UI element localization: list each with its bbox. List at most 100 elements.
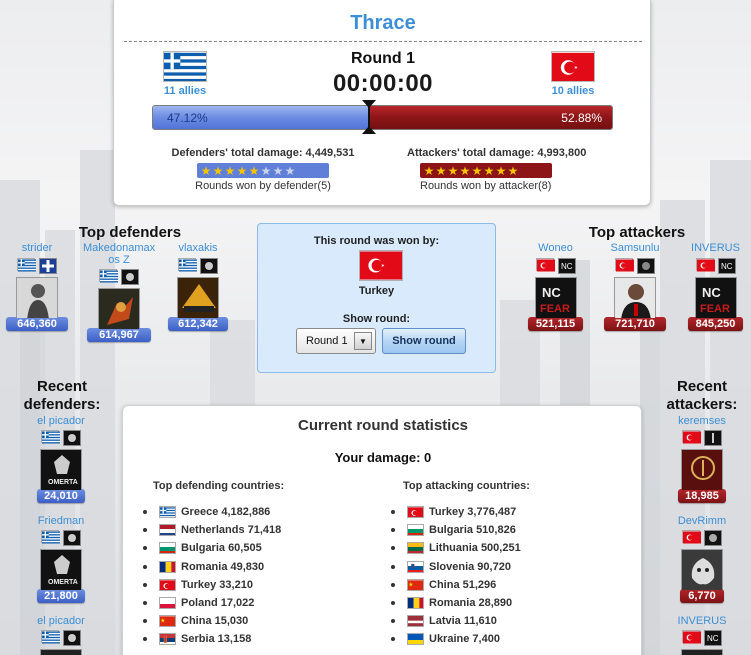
defending-country-label: China 15,030 [181,615,249,628]
attacking-country-3[interactable]: Lithuania 500,251 [391,539,521,557]
top-defender-1[interactable]: strider 646,360 [6,242,68,331]
attacking-country-2[interactable]: Bulgaria 510,826 [391,521,521,539]
recent-attacker-1-name[interactable]: keremses [673,415,731,427]
military-unit-icon[interactable] [121,269,139,285]
top-defender-3-avatar[interactable] [177,277,219,319]
recent-attacker-3-name[interactable]: INVERUS [673,615,731,627]
defending-country-5[interactable]: Turkey 33,210 [143,576,281,594]
top-defender-2-name[interactable]: Makedonamax os Z [83,242,155,266]
recent-defender-3-avatar[interactable] [40,649,82,655]
attacking-country-7[interactable]: Latvia 11,610 [391,612,521,630]
top-defender-2[interactable]: Makedonamax os Z 614,967 [83,242,155,342]
top-attackers-title: Top attackers [588,224,686,241]
attacker-rounds-won: Rounds won by attacker(8) [420,180,552,192]
defender-percent: 47.12% [167,111,208,125]
military-unit-icon[interactable] [63,530,81,546]
defending-country-1[interactable]: Greece 4,182,886 [143,503,281,521]
star-filled-icon: ★ [471,163,483,178]
turkey-flag-icon [535,258,555,272]
attacking-country-1[interactable]: Turkey 3,776,487 [391,503,521,521]
recent-defender-3-name[interactable]: el picador [32,615,90,627]
military-unit-icon[interactable]: NC [704,630,722,646]
top-defender-2-avatar[interactable] [98,288,140,330]
defender-total-damage: Defenders' total damage: 4,449,531 [171,147,355,159]
recent-defender-1-avatar[interactable]: OMERTA [40,449,82,491]
top-attacker-2[interactable]: Samsunlu 721,710 [604,242,666,331]
attacking-country-label: Latvia 11,610 [429,615,497,628]
slovenia-flag-icon [407,560,424,573]
top-defender-3[interactable]: vlaxakis 612,342 [168,242,228,331]
recent-attacker-2-name[interactable]: DevRimm [673,515,731,527]
recent-defender-1-name[interactable]: el picador [32,415,90,427]
top-defender-1-avatar[interactable] [16,277,58,319]
turkey-flag-icon [551,51,595,82]
romania-flag-icon [159,560,176,573]
star-empty-icon: ★ [272,163,284,178]
svg-text:NC: NC [721,262,733,271]
military-unit-icon[interactable] [63,630,81,646]
top-attacker-3-name[interactable]: INVERUS [688,242,743,254]
svg-text:FEAR: FEAR [700,303,730,315]
attacking-country-label: Turkey 3,776,487 [429,506,517,519]
military-unit-cross-icon[interactable] [39,258,57,274]
attacking-country-4[interactable]: Slovenia 90,720 [391,558,521,576]
recent-attacker-3[interactable]: INVERUS NC [673,615,731,655]
top-attacker-2-name[interactable]: Samsunlu [604,242,666,254]
recent-defender-3[interactable]: el picador [32,615,90,655]
show-round-button[interactable]: Show round [382,328,466,354]
lithuania-flag-icon [407,542,424,555]
top-attacker-1[interactable]: Woneo NC NC FEAR 521,115 [528,242,583,331]
top-attacker-1-avatar[interactable]: NC FEAR [534,277,577,319]
defending-country-3[interactable]: Bulgaria 60,505 [143,539,281,557]
military-unit-icon[interactable]: NC [557,258,576,274]
defending-country-label: Bulgaria 60,505 [181,542,262,555]
military-unit-icon[interactable] [704,530,722,546]
star-filled-icon: ★ [236,163,248,178]
top-attacker-3-avatar[interactable]: NC FEAR [694,277,737,319]
attacker-rounds-stars: ★ ★ ★ ★ ★ ★ ★ ★ [420,163,552,178]
recent-attacker-1-avatar[interactable] [681,449,723,491]
top-attacker-2-avatar[interactable] [614,277,656,319]
round-select[interactable]: Round 1 ▼ [296,328,376,354]
recent-attacker-1[interactable]: keremses 18,985 [673,415,731,503]
attacker-damage-block: Attackers' total damage: 4,993,800 ★ ★ ★ ★ ★… [404,147,594,192]
top-attacker-3[interactable]: INVERUS NC NC FEAR 845,250 [688,242,743,331]
star-filled-icon: ★ [224,163,236,178]
defending-country-2[interactable]: Netherlands 71,418 [143,521,281,539]
recent-defender-2-name[interactable]: Friedman [32,515,90,527]
star-filled-icon: ★ [248,163,260,178]
recent-attacker-2-damage: 6,770 [680,589,724,603]
military-unit-icon[interactable] [63,430,81,446]
attacking-country-8[interactable]: Ukraine 7,400 [391,630,521,648]
military-unit-icon[interactable] [637,258,655,274]
military-unit-icon[interactable] [704,430,722,446]
recent-attacker-1-damage: 18,985 [678,489,726,503]
attacking-country-6[interactable]: Romania 28,890 [391,594,521,612]
bullet-icon [391,619,395,624]
defending-country-label: Netherlands 71,418 [181,524,282,537]
recent-defenders-title-line2: defenders: [23,396,101,413]
recent-defender-2-damage: 21,800 [37,589,85,603]
attacker-country[interactable]: 10 allies [550,51,596,97]
chevron-down-icon[interactable]: ▼ [354,332,372,350]
military-unit-icon[interactable]: NC [717,258,736,274]
top-defender-1-name[interactable]: strider [6,242,68,254]
top-attacker-1-name[interactable]: Woneo [528,242,583,254]
recent-defender-2[interactable]: Friedman OMERTA 21,800 [32,515,90,603]
defending-country-8[interactable]: Serbia 13,158 [143,630,281,648]
round-result-box: This round was won by: Turkey Show round… [257,223,496,373]
recent-attacker-2[interactable]: DevRimm 6,770 [673,515,731,603]
military-unit-icon[interactable] [200,258,218,274]
recent-attacker-2-avatar[interactable] [681,549,723,591]
recent-defender-2-avatar[interactable]: OMERTA [40,549,82,591]
bullet-icon [391,582,395,587]
defending-country-6[interactable]: Poland 17,022 [143,594,281,612]
defending-country-7[interactable]: China 15,030 [143,612,281,630]
recent-attacker-3-avatar[interactable] [681,649,723,655]
bullet-icon [391,510,395,515]
attacker-allies-link[interactable]: 10 allies [550,85,596,97]
defending-country-4[interactable]: Romania 49,830 [143,558,281,576]
recent-defender-1[interactable]: el picador OMERTA 24,010 [32,415,90,503]
attacking-country-5[interactable]: China 51,296 [391,576,521,594]
top-defender-3-name[interactable]: vlaxakis [168,242,228,254]
